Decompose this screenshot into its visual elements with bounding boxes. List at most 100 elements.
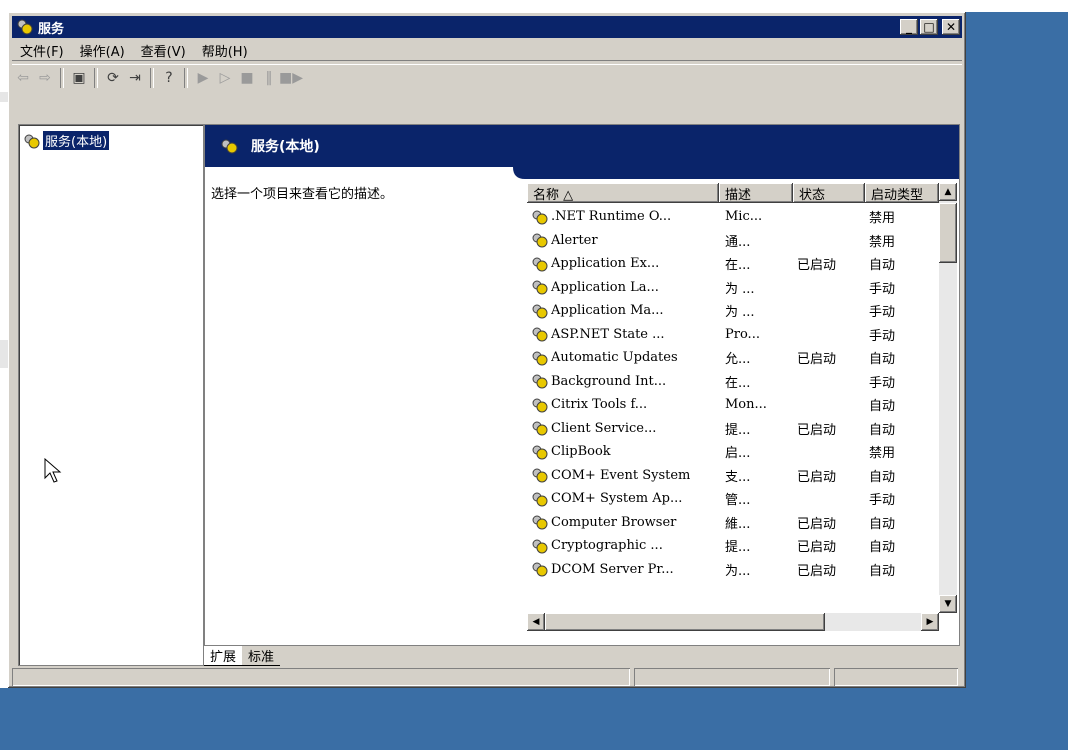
table-row[interactable]: DCOM Server Pr... 为... 已启动 自动: [527, 558, 939, 582]
table-row[interactable]: Application La... 为 ... 手动: [527, 276, 939, 300]
service-name: COM+ Event System: [551, 467, 691, 483]
scroll-down-button[interactable]: ▼: [939, 595, 957, 613]
scroll-right-icon: ▶: [926, 617, 934, 627]
scroll-left-icon: ◀: [532, 617, 540, 627]
minimize-button[interactable]: _: [900, 19, 918, 35]
tab-standard[interactable]: 标准: [242, 646, 281, 666]
refresh-icon: ⟳: [107, 70, 119, 86]
table-row[interactable]: COM+ Event System 支... 已启动 自动: [527, 464, 939, 488]
show-hide-tree-icon: ▣: [72, 70, 86, 86]
services-detail-pane: 服务(本地) 选择一个项目来查看它的描述。 名称 △ 描述 状态 启动类型 .N…: [204, 124, 960, 646]
maximize-button[interactable]: □: [920, 19, 938, 35]
restart-service-icon: ■▶: [279, 70, 303, 86]
service-gear-icon: [532, 233, 548, 248]
service-gear-icon: [532, 374, 548, 389]
service-name: ASP.NET State ...: [551, 326, 665, 342]
table-row[interactable]: Computer Browser 維... 已启动 自动: [527, 511, 939, 535]
forward-button[interactable]: ⇨: [34, 67, 56, 89]
start-service-button[interactable]: ▶: [192, 67, 214, 89]
table-row[interactable]: Client Service... 提... 已启动 自动: [527, 417, 939, 441]
service-description: 支...: [725, 469, 751, 485]
menu-file[interactable]: 文件(F): [12, 41, 72, 60]
horizontal-scroll-thumb[interactable]: [545, 613, 825, 631]
service-name: Citrix Tools f...: [551, 397, 648, 413]
horizontal-scrollbar[interactable]: ◀ ▶: [527, 613, 939, 631]
service-startup-type: 自动: [869, 258, 896, 274]
service-status: 已启动: [797, 516, 837, 532]
column-header-description[interactable]: 描述: [719, 183, 793, 203]
view-tabs: 扩展 标准: [204, 646, 281, 666]
service-startup-type: 自动: [869, 469, 896, 485]
table-row[interactable]: Cryptographic ... 提... 已启动 自动: [527, 534, 939, 558]
table-row[interactable]: ClipBook 启... 禁用: [527, 440, 939, 464]
menu-action[interactable]: 操作(A): [72, 41, 133, 60]
service-description: 維...: [725, 516, 751, 532]
service-status: 已启动: [797, 469, 837, 485]
service-gear-icon: [532, 351, 548, 366]
service-description: 提...: [725, 540, 751, 556]
service-status: 已启动: [797, 563, 837, 579]
window-controls: _ □ ✕: [900, 19, 960, 35]
column-header-name[interactable]: 名称 △: [527, 183, 719, 203]
back-button[interactable]: ⇦: [12, 67, 34, 89]
status-bar: [12, 668, 962, 686]
column-header-startup-type[interactable]: 启动类型: [865, 183, 939, 203]
service-description: 管...: [725, 493, 751, 509]
pause-service-button[interactable]: ‖: [258, 67, 280, 89]
list-header: 名称 △ 描述 状态 启动类型: [527, 183, 939, 203]
column-header-status[interactable]: 状态: [793, 183, 865, 203]
service-gear-icon: [532, 398, 548, 413]
table-row[interactable]: Citrix Tools f... Mon... 自动: [527, 393, 939, 417]
title-bar[interactable]: 服务 _ □ ✕: [12, 16, 962, 38]
close-button[interactable]: ✕: [942, 19, 960, 35]
table-row[interactable]: Alerter 通... 禁用: [527, 229, 939, 253]
export-list-button[interactable]: ⇥: [124, 67, 146, 89]
service-name: COM+ System Ap...: [551, 491, 683, 507]
refresh-button[interactable]: ⟳: [102, 67, 124, 89]
services-window: 服务 _ □ ✕ 文件(F) 操作(A) 查看(V) 帮助(H) ⇦ ⇨ ▣ ⟳…: [8, 12, 966, 688]
menu-view[interactable]: 查看(V): [133, 41, 194, 60]
window-title: 服务: [38, 21, 65, 37]
service-description: 通...: [725, 234, 751, 250]
service-description: Mon...: [725, 397, 767, 413]
service-name: Cryptographic ...: [551, 538, 663, 554]
service-name: Application Ma...: [551, 303, 664, 319]
scroll-down-icon: ▼: [944, 599, 952, 609]
start-service-alt-button[interactable]: ▷: [214, 67, 236, 89]
vertical-scrollbar[interactable]: ▲ ▼: [939, 183, 957, 613]
table-row[interactable]: ASP.NET State ... Pro... 手动: [527, 323, 939, 347]
help-icon: ?: [165, 70, 173, 86]
service-name: DCOM Server Pr...: [551, 561, 674, 577]
table-row[interactable]: Application Ex... 在... 已启动 自动: [527, 252, 939, 276]
scroll-up-icon: ▲: [944, 187, 952, 197]
service-description: 为...: [725, 563, 751, 579]
scroll-up-button[interactable]: ▲: [939, 183, 957, 201]
menu-help[interactable]: 帮助(H): [194, 41, 256, 60]
tree-item-services-local[interactable]: 服务(本地): [23, 131, 110, 150]
table-row[interactable]: .NET Runtime O... Mic... 禁用: [527, 205, 939, 229]
scroll-left-button[interactable]: ◀: [527, 613, 545, 631]
service-name: Client Service...: [551, 420, 657, 436]
stop-service-button[interactable]: ■: [236, 67, 258, 89]
table-row[interactable]: Application Ma... 为 ... 手动: [527, 299, 939, 323]
table-row[interactable]: COM+ System Ap... 管... 手动: [527, 487, 939, 511]
help-button[interactable]: ?: [158, 67, 180, 89]
tab-extended[interactable]: 扩展: [204, 646, 243, 666]
restart-service-button[interactable]: ■▶: [279, 67, 303, 89]
toolbar-separator: [94, 68, 98, 88]
status-cell: [12, 668, 630, 686]
table-row[interactable]: Background Int... 在... 手动: [527, 370, 939, 394]
service-name: .NET Runtime O...: [551, 209, 672, 225]
start-service-alt-icon: ▷: [219, 70, 231, 86]
service-startup-type: 手动: [869, 328, 896, 344]
menu-bar: 文件(F) 操作(A) 查看(V) 帮助(H): [12, 40, 962, 61]
scroll-right-button[interactable]: ▶: [921, 613, 939, 631]
show-hide-tree-button[interactable]: ▣: [68, 67, 90, 89]
services-gear-icon: [17, 19, 33, 35]
service-startup-type: 自动: [869, 352, 896, 368]
service-name: Automatic Updates: [551, 350, 678, 366]
table-row[interactable]: Automatic Updates 允... 已启动 自动: [527, 346, 939, 370]
service-startup-type: 禁用: [869, 234, 896, 250]
export-list-icon: ⇥: [129, 70, 141, 86]
vertical-scroll-thumb[interactable]: [939, 203, 957, 263]
